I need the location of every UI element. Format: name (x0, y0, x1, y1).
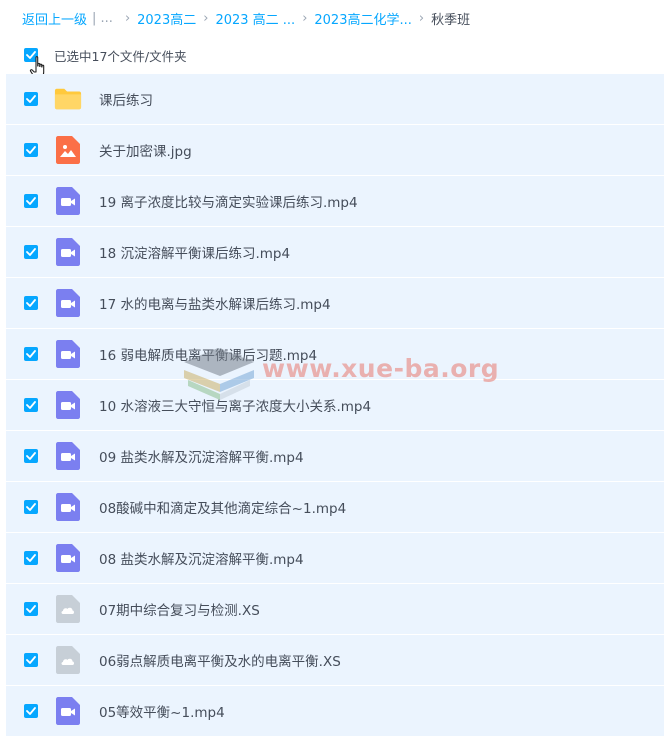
video-file-icon (54, 288, 82, 318)
file-list: 课后练习关于加密课.jpg 19 离子浓度比较与滴定实验课后练习.mp4 18 沉淀… (6, 74, 664, 737)
checkmark-icon (26, 605, 36, 613)
back-link[interactable]: 返回上一级 (22, 9, 87, 28)
breadcrumb-arrow-icon: › (302, 10, 308, 26)
video-file-icon (54, 543, 82, 573)
breadcrumb-arrow-icon: › (124, 10, 131, 26)
video-file-icon (54, 696, 82, 726)
checkmark-icon (26, 299, 36, 307)
file-row[interactable]: 06弱点解质电离平衡及水的电离平衡.XS (6, 635, 664, 686)
file-row[interactable]: 08酸碱中和滴定及其他滴定综合~1.mp4 (6, 482, 664, 533)
file-checkbox[interactable] (24, 449, 38, 463)
checkmark-icon (26, 656, 36, 664)
file-row[interactable]: 关于加密课.jpg (6, 125, 664, 176)
checkmark-icon (26, 401, 36, 409)
file-name[interactable]: 06弱点解质电离平衡及水的电离平衡.XS (99, 650, 341, 670)
file-checkbox[interactable] (24, 500, 38, 514)
cloud-file-icon (54, 645, 82, 675)
selection-count-label: 已选中17个文件/文件夹 (54, 48, 187, 64)
file-checkbox[interactable] (24, 398, 38, 412)
video-file-icon (54, 492, 82, 522)
file-name[interactable]: 17 水的电离与盐类水解课后练习.mp4 (99, 293, 331, 313)
breadcrumb: 返回上一级 | ... › 2023高二 › 2023 高二 ... › 202… (0, 0, 664, 36)
file-row[interactable]: 08 盐类水解及沉淀溶解平衡.mp4 (6, 533, 664, 584)
video-file-icon (54, 441, 82, 471)
file-name[interactable]: 18 沉淀溶解平衡课后练习.mp4 (99, 242, 290, 262)
breadcrumb-arrow-icon: › (203, 10, 209, 26)
file-name[interactable]: 05等效平衡~1.mp4 (99, 701, 225, 721)
file-checkbox[interactable] (24, 653, 38, 667)
file-checkbox[interactable] (24, 143, 38, 157)
folder-icon (54, 84, 82, 114)
file-checkbox[interactable] (24, 194, 38, 208)
checkmark-icon (26, 95, 36, 103)
breadcrumb-item-chemistry[interactable]: 2023高二化学... (314, 9, 411, 28)
checkmark-icon (26, 554, 36, 562)
checkmark-icon (26, 146, 36, 154)
video-file-icon (54, 339, 82, 369)
video-file-icon (54, 390, 82, 420)
file-checkbox[interactable] (24, 551, 38, 565)
file-row[interactable]: 19 离子浓度比较与滴定实验课后练习.mp4 (6, 176, 664, 227)
file-row[interactable]: 10 水溶液三大守恒与离子浓度大小关系.mp4 (6, 380, 664, 431)
checkmark-icon (26, 248, 36, 256)
file-checkbox[interactable] (24, 704, 38, 718)
file-name[interactable]: 课后练习 (99, 89, 153, 109)
file-row[interactable]: 课后练习 (6, 74, 664, 125)
file-name[interactable]: 16 弱电解质电离平衡课后习题.mp4 (99, 344, 317, 364)
video-file-icon (54, 186, 82, 216)
file-name[interactable]: 10 水溶液三大守恒与离子浓度大小关系.mp4 (99, 395, 371, 415)
file-row[interactable]: 18 沉淀溶解平衡课后练习.mp4 (6, 227, 664, 278)
cloud-file-icon (54, 594, 82, 624)
file-name[interactable]: 08酸碱中和滴定及其他滴定综合~1.mp4 (99, 497, 346, 517)
file-row[interactable]: 09 盐类水解及沉淀溶解平衡.mp4 (6, 431, 664, 482)
checkmark-icon (26, 707, 36, 715)
image-file-icon (54, 135, 82, 165)
file-name[interactable]: 08 盐类水解及沉淀溶解平衡.mp4 (99, 548, 304, 568)
breadcrumb-arrow-icon: › (418, 10, 425, 26)
file-row[interactable]: 05等效平衡~1.mp4 (6, 686, 664, 737)
file-name[interactable]: 07期中综合复习与检测.XS (99, 599, 260, 619)
file-checkbox[interactable] (24, 245, 38, 259)
file-name[interactable]: 19 离子浓度比较与滴定实验课后练习.mp4 (99, 191, 358, 211)
breadcrumb-item-2023-gaoer-sub[interactable]: 2023 高二 ... (215, 9, 295, 28)
selection-bar: 已选中17个文件/文件夹 (0, 40, 664, 70)
file-row[interactable]: 17 水的电离与盐类水解课后练习.mp4 (6, 278, 664, 329)
file-checkbox[interactable] (24, 296, 38, 310)
video-file-icon (54, 237, 82, 267)
file-row[interactable]: 16 弱电解质电离平衡课后习题.mp4 (6, 329, 664, 380)
checkmark-icon (26, 503, 36, 511)
checkmark-icon (26, 197, 36, 205)
checkmark-icon (26, 452, 36, 460)
checkmark-icon (26, 350, 36, 358)
file-row[interactable]: 07期中综合复习与检测.XS (6, 584, 664, 635)
file-name[interactable]: 关于加密课.jpg (99, 140, 192, 160)
file-name[interactable]: 09 盐类水解及沉淀溶解平衡.mp4 (99, 446, 304, 466)
file-checkbox[interactable] (24, 602, 38, 616)
file-checkbox[interactable] (24, 347, 38, 361)
breadcrumb-item-2023-gaoer[interactable]: 2023高二 (137, 9, 196, 28)
breadcrumb-ellipsis[interactable]: | ... (92, 11, 113, 26)
breadcrumb-current: 秋季班 (431, 12, 471, 28)
file-checkbox[interactable] (24, 92, 38, 106)
